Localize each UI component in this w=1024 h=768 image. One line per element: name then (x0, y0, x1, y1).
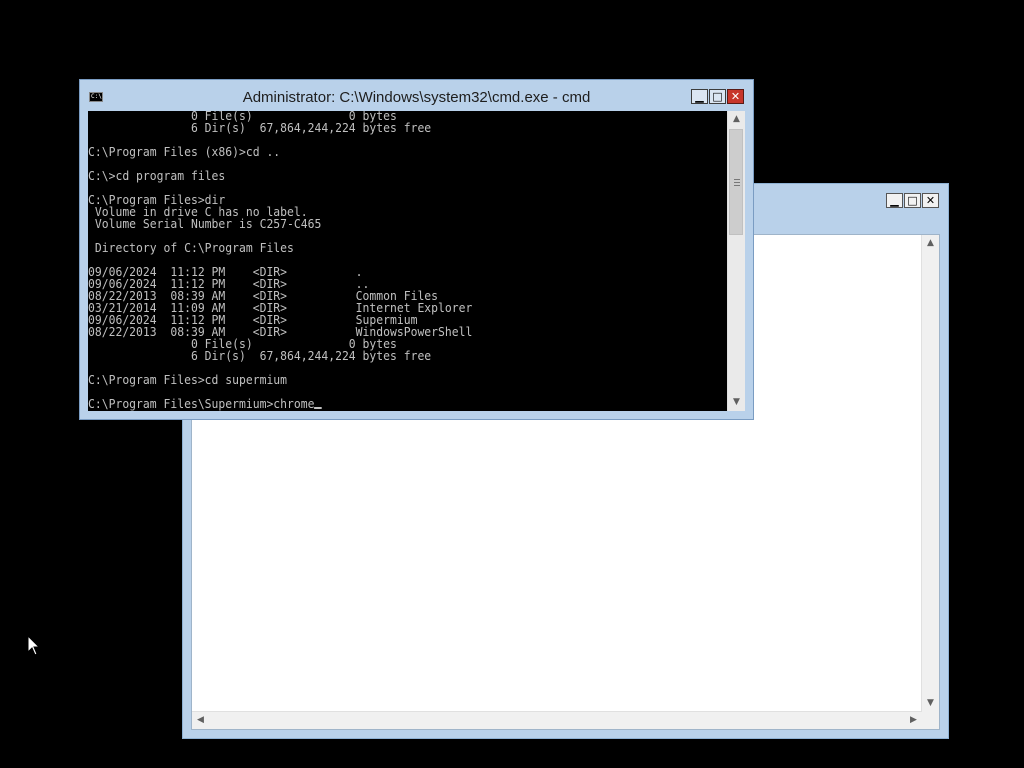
close-button[interactable]: ✕ (922, 193, 939, 208)
scroll-right-icon[interactable]: ▶ (905, 712, 922, 729)
console-line: 6 Dir(s) 67,864,244,224 bytes free (88, 121, 432, 135)
scroll-up-icon[interactable]: ▲ (922, 235, 939, 252)
mouse-pointer-icon (27, 635, 41, 656)
console-line: C:\Program Files\Supermium>chrome (88, 397, 315, 411)
vertical-scrollbar[interactable]: ▲ ▼ (921, 235, 939, 712)
scroll-up-icon[interactable]: ▲ (728, 111, 745, 128)
scrollbar-corner (922, 712, 939, 729)
minimize-button[interactable]: ▁ (886, 193, 903, 208)
cmd-window[interactable]: C:\ Administrator: C:\Windows\system32\c… (79, 79, 754, 420)
scroll-left-icon[interactable]: ◀ (192, 712, 209, 729)
text-cursor (314, 407, 323, 409)
console-output[interactable]: 0 File(s) 0 bytes 6 Dir(s) 67,864,244,22… (88, 111, 695, 410)
console-area[interactable]: 0 File(s) 0 bytes 6 Dir(s) 67,864,244,22… (88, 111, 745, 411)
close-button[interactable]: ✕ (727, 89, 744, 104)
scroll-down-icon[interactable]: ▼ (728, 394, 745, 411)
console-line: Volume Serial Number is C257-C465 (88, 217, 322, 231)
cmd-window-controls: ▁ □ ✕ (691, 89, 744, 104)
console-line: C:\>cd program files (88, 169, 226, 183)
console-line: C:\Program Files>cd supermium (88, 373, 288, 387)
console-line: Directory of C:\Program Files (88, 241, 294, 255)
window-title: Administrator: C:\Windows\system32\cmd.e… (242, 89, 591, 106)
cmd-titlebar[interactable]: C:\ Administrator: C:\Windows\system32\c… (80, 80, 753, 112)
scroll-down-icon[interactable]: ▼ (922, 695, 939, 712)
minimize-button[interactable]: ▁ (691, 89, 708, 104)
console-line: C:\Program Files (x86)>cd .. (88, 145, 281, 159)
maximize-button[interactable]: □ (709, 89, 726, 104)
console-line: 6 Dir(s) 67,864,244,224 bytes free (88, 349, 432, 363)
background-window-controls: ▁ □ ✕ (886, 193, 939, 208)
scroll-thumb[interactable] (729, 129, 743, 235)
horizontal-scrollbar[interactable]: ◀ ▶ (192, 711, 922, 729)
console-vertical-scrollbar[interactable]: ▲ ▼ (727, 111, 745, 411)
maximize-button[interactable]: □ (904, 193, 921, 208)
